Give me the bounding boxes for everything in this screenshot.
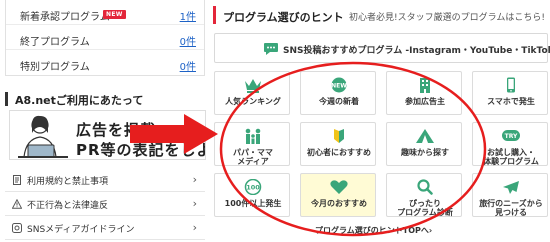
stat-row-ended[interactable]: 終了プログラム 0件 [6, 25, 204, 50]
heading-bar [213, 6, 216, 24]
new-badge: NEW [103, 10, 126, 19]
usage-guide-list: 利用規約と禁止事項 › 不正行為と法律違反 › SNSメディアガイドライン › [5, 168, 205, 240]
program-stats-box: 新着承認プログラム NEW 1件 終了プログラム 0件 特別プログラム 0件 [5, 0, 205, 76]
stat-label: 新着承認プログラム [20, 12, 110, 23]
stat-count-link[interactable]: 0件 [180, 33, 196, 48]
a8-usage-heading: A8.netご利用にあたって [5, 90, 205, 108]
stat-row-new[interactable]: 新着承認プログラム NEW 1件 [6, 0, 204, 25]
try-icon: TRY [502, 130, 520, 141]
stat-label: 終了プログラム [20, 37, 90, 48]
guide-item-fraud[interactable]: 不正行為と法律違反 › [5, 192, 205, 216]
program-hint-heading: プログラム選びのヒント 初心者必見!スタッフ厳選のプログラムはこちら! [213, 6, 550, 26]
red-arrow-annotation [130, 114, 218, 154]
plane-icon [503, 181, 519, 194]
chat-bubble-icon [264, 43, 278, 55]
chevron-right-icon: › [192, 221, 197, 234]
guide-label: 不正行為と法律違反 [27, 201, 109, 211]
stat-count-link[interactable]: 1件 [180, 8, 196, 23]
stat-label: 特別プログラム [20, 62, 90, 73]
chevron-right-icon: › [192, 173, 197, 186]
guide-item-sns[interactable]: SNSメディアガイドライン › [5, 216, 205, 240]
document-icon [13, 175, 21, 185]
stat-row-special[interactable]: 特別プログラム 0件 [6, 50, 204, 75]
svg-text:TRY: TRY [505, 133, 518, 140]
person-laptop-illustration [18, 115, 68, 158]
stat-count-link[interactable]: 0件 [180, 58, 196, 73]
a8-usage-title: A8.netご利用にあたって [15, 94, 144, 107]
hint-subtitle: 初心者必見!スタッフ厳選のプログラムはこちら! [349, 13, 545, 23]
hint-title: プログラム選びのヒント [223, 11, 344, 24]
red-ellipse-annotation [219, 61, 487, 237]
guide-label: 利用規約と禁止事項 [27, 177, 109, 187]
sns-button-label: SNS投稿おすすめプログラム -Instagram・YouTube・TikTok… [283, 46, 550, 56]
warning-icon [12, 199, 22, 209]
chevron-right-icon: › [192, 197, 197, 210]
guide-label: SNSメディアガイドライン [27, 225, 135, 235]
smartphone-icon [507, 77, 515, 93]
guide-item-terms[interactable]: 利用規約と禁止事項 › [5, 168, 205, 192]
heading-bar [5, 92, 8, 106]
sns-recommended-button[interactable]: SNS投稿おすすめプログラム -Instagram・YouTube・TikTok… [214, 33, 550, 63]
sns-guide-icon [12, 223, 22, 233]
